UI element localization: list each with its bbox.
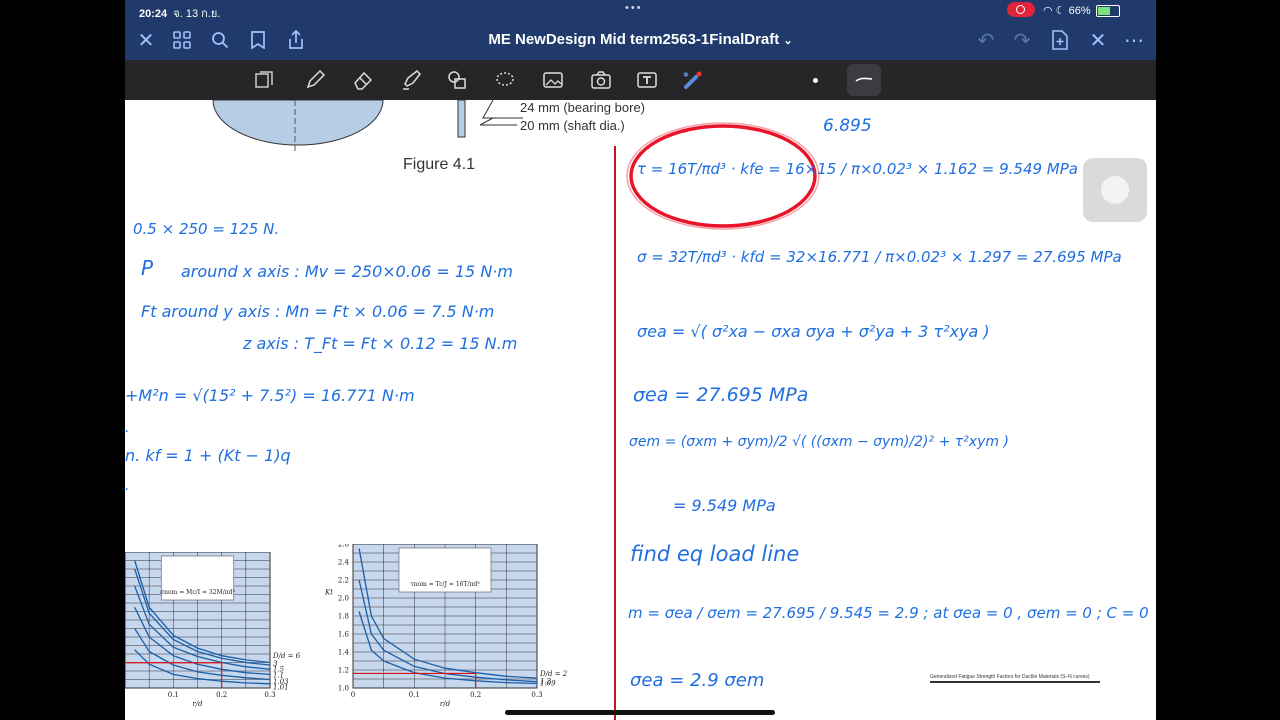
caption-rule: [930, 681, 1100, 683]
screen-recording-icon[interactable]: [1007, 2, 1035, 17]
page-scroll-thumb[interactable]: [1083, 158, 1147, 222]
bearing-disc-shape: [212, 100, 384, 146]
x-tick-label: 0.2: [470, 691, 481, 699]
note-line: around x axis : Mv = 250×0.06 = 15 N·m: [181, 262, 513, 281]
label-shaft: 20 mm (shaft dia.): [520, 118, 625, 133]
share-icon[interactable]: [283, 27, 309, 53]
ipad-screen: 20:24 จ. 13 ก.ย. ••• ◠ ☾ 66% ✕ ME NewDes…: [125, 0, 1156, 720]
moon-icon: ☾: [1055, 5, 1066, 17]
document-title-bar: ME NewDesign Mid term2563-1FinalDraft ⌄: [125, 31, 1156, 48]
close-icon[interactable]: ✕: [133, 27, 159, 53]
y-tick-label: 2.6: [338, 544, 350, 549]
document-page[interactable]: 24 mm (bearing bore) 20 mm (shaft dia.) …: [125, 100, 1156, 720]
eraser-icon[interactable]: [349, 67, 377, 93]
svg-text:✱: ✱: [683, 71, 689, 79]
y-tick-label: 2.0: [338, 595, 349, 603]
battery-percent: 66%: [1068, 5, 1091, 17]
leader-shaft: [479, 117, 517, 126]
note-line: 6.895: [823, 116, 872, 136]
chevron-down-icon[interactable]: ⌄: [783, 35, 792, 47]
bookmark-icon[interactable]: [245, 27, 271, 53]
y-axis-label: Kt: [324, 588, 333, 596]
x-tick-label: 0.1: [409, 691, 420, 699]
undo-icon[interactable]: ↶: [973, 27, 999, 53]
x-tick-label: 0.1: [168, 691, 179, 699]
note-line: σea = √( σ²xa − σxa σya + σ²ya + 3 τ²xya…: [637, 322, 990, 341]
close-editing-icon[interactable]: ✕: [1085, 27, 1111, 53]
y-tick-label: 1.2: [338, 667, 349, 675]
note-line: σea = 2.9 σem: [630, 670, 765, 691]
text-box-icon[interactable]: [633, 67, 661, 93]
x-tick-label: 0: [351, 691, 355, 699]
pen-icon[interactable]: [301, 67, 329, 93]
note-line: +M²n = √(15² + 7.5²) = 16.771 N·m: [125, 386, 415, 405]
torsion-kt-chart: τnom = Tc/J = 16T/πd³ D/d = 2 1.2 1.09 1.0 1.…: [321, 541, 591, 714]
wifi-icon: ◠: [1043, 5, 1053, 17]
legend-label: 1.09: [540, 680, 556, 688]
label-bearing: 24 mm (bearing bore): [520, 100, 645, 115]
figure-caption: Figure 4.1: [403, 156, 476, 173]
bending-kt-chart: σnom = Mc/I = 32M/πd³ D/d = 6 3 1.5 1.1 1.03 1…: [125, 551, 315, 712]
note-line: find eq load line: [630, 542, 800, 566]
annotation-toolbar: ✱: [125, 60, 1156, 100]
note-line: τ = 16T/πd³ · kfe = 16×15 / π×0.02³ × 1.…: [637, 160, 1078, 178]
redo-icon[interactable]: ↷: [1009, 27, 1035, 53]
multitasking-dots[interactable]: •••: [625, 2, 643, 14]
inset-formula: τnom = Tc/J = 16T/πd³: [410, 581, 480, 588]
table-caption: Generalized Fatigue Strength Factors for…: [930, 674, 1090, 680]
note-line: Ft around y axis : Mn = Ft × 0.06 = 7.5 …: [141, 302, 495, 321]
x-axis-label: r/d: [440, 700, 451, 708]
more-icon[interactable]: ⋯: [1121, 27, 1147, 53]
x-tick-label: 0.2: [216, 691, 227, 699]
y-tick-label: 2.4: [338, 559, 350, 567]
document-title[interactable]: ME NewDesign Mid term2563-1FinalDraft: [488, 31, 779, 48]
note-line: σem = (σxm + σym)/2 √( ((σxm − σym)/2)² …: [629, 434, 1009, 450]
y-tick-label: 1.4: [338, 649, 350, 657]
shapes-icon[interactable]: [443, 67, 471, 93]
note-line: m = σea / σem = 27.695 / 9.545 = 2.9 ; a…: [628, 604, 1149, 622]
y-tick-label: 2.2: [338, 577, 349, 585]
pen-size-small[interactable]: [801, 67, 829, 93]
note-line: = 9.549 MPa: [673, 496, 776, 515]
navigation-bar: ✕ ME NewDesign Mid term2563-1FinalDraft …: [125, 20, 1156, 60]
status-right: ◠ ☾ 66%: [1043, 4, 1120, 18]
y-tick-label: 1.0: [338, 685, 349, 693]
x-tick-label: 0.3: [531, 691, 542, 699]
pen-size-selected[interactable]: [847, 64, 881, 96]
highlighter-icon[interactable]: [397, 67, 425, 93]
lasso-icon[interactable]: [491, 67, 519, 93]
note-line: σ = 32T/πd³ · kfd = 32×16.771 / π×0.02³ …: [637, 248, 1122, 266]
x-axis-label: r/d: [192, 700, 203, 708]
add-page-icon[interactable]: [1047, 27, 1073, 53]
laser-pointer-icon[interactable]: ✱: [679, 67, 707, 93]
y-tick-label: 1.8: [338, 613, 349, 621]
shaft-shape: [457, 100, 466, 138]
inset-formula: σnom = Mc/I = 32M/πd³: [160, 589, 235, 596]
note-line: σea = 27.695 MPa: [633, 384, 809, 406]
note-line: n. kf = 1 + (Kt − 1)q: [125, 446, 291, 465]
image-icon[interactable]: [539, 67, 567, 93]
note-line: 0.5 × 250 = 125 N.: [133, 220, 280, 238]
note-line: z axis : T_Ft = Ft × 0.12 = 15 N.m: [243, 334, 518, 353]
home-indicator[interactable]: [505, 710, 775, 715]
camera-icon[interactable]: [587, 67, 615, 93]
page-icon[interactable]: [250, 67, 278, 93]
note-line: .: [125, 478, 130, 494]
y-tick-label: 1.6: [338, 631, 350, 639]
search-icon[interactable]: [207, 27, 233, 53]
battery-icon: [1095, 5, 1120, 18]
note-line: P: [141, 256, 154, 280]
status-bar: 20:24 จ. 13 ก.ย. ••• ◠ ☾ 66%: [125, 0, 1156, 20]
leader-bearing: [482, 100, 523, 119]
x-tick-label: 0.3: [264, 691, 275, 699]
grid-icon[interactable]: [169, 27, 195, 53]
note-line: .: [125, 420, 130, 436]
